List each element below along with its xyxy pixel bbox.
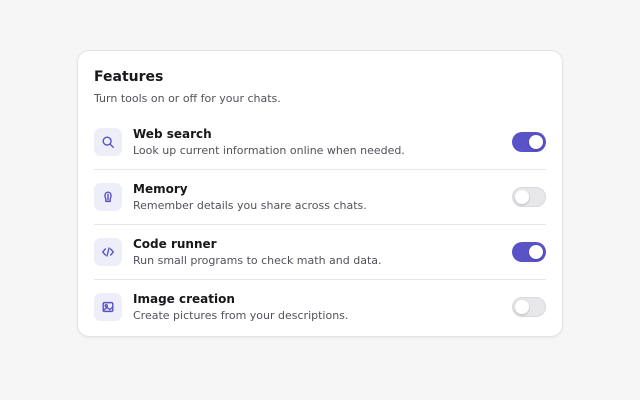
code-runner-toggle[interactable]	[512, 242, 546, 262]
toggle-knob	[515, 190, 529, 204]
toggle-knob	[529, 135, 543, 149]
feature-row-image-creation: Image creation Create pictures from your…	[94, 279, 546, 334]
memory-toggle[interactable]	[512, 187, 546, 207]
memory-icon	[94, 183, 122, 211]
image-creation-toggle[interactable]	[512, 297, 546, 317]
card-title: Features	[94, 69, 164, 85]
search-icon	[94, 128, 122, 156]
feature-name: Web search	[133, 126, 212, 141]
feature-name: Memory	[133, 181, 188, 196]
features-card: Features Turn tools on or off for your c…	[77, 50, 563, 337]
web-search-toggle[interactable]	[512, 132, 546, 152]
card-subtitle: Turn tools on or off for your chats.	[94, 92, 281, 105]
feature-name: Code runner	[133, 236, 217, 251]
feature-description: Look up current information online when …	[133, 143, 405, 157]
feature-row-web-search: Web search Look up current information o…	[94, 115, 546, 169]
toggle-knob	[515, 300, 529, 314]
feature-row-code-runner: Code runner Run small programs to check …	[94, 224, 546, 279]
feature-row-memory: Memory Remember details you share across…	[94, 169, 546, 224]
code-icon	[94, 238, 122, 266]
feature-list: Web search Look up current information o…	[94, 115, 546, 334]
feature-description: Run small programs to check math and dat…	[133, 253, 382, 267]
image-icon	[94, 293, 122, 321]
feature-name: Image creation	[133, 291, 235, 306]
feature-description: Remember details you share across chats.	[133, 198, 367, 212]
toggle-knob	[529, 245, 543, 259]
feature-description: Create pictures from your descriptions.	[133, 308, 349, 322]
